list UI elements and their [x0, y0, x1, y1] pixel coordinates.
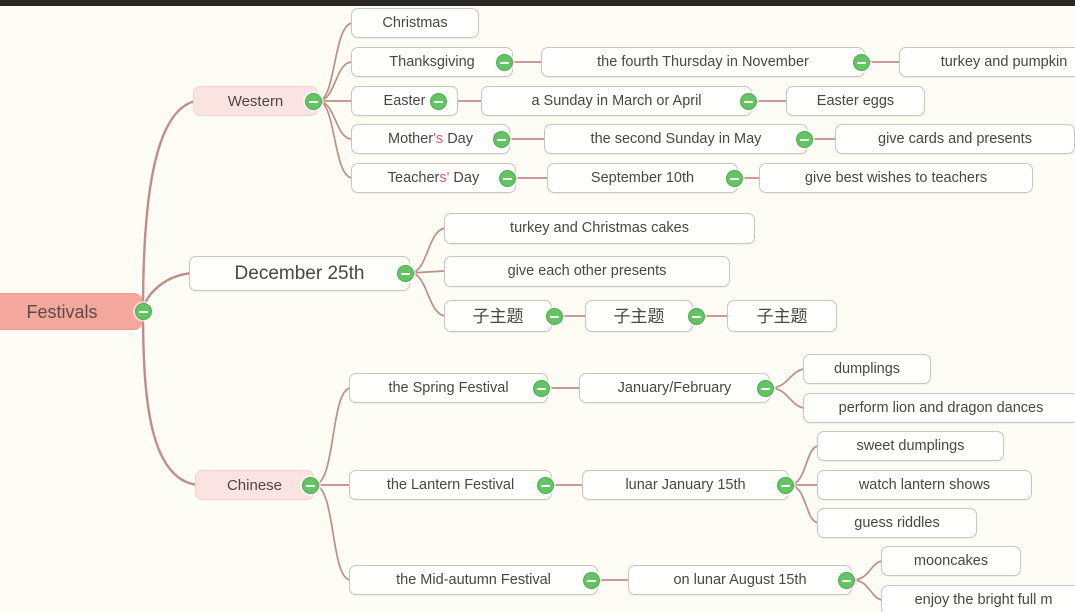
node-western[interactable]: Western [193, 86, 318, 116]
node-label: Mother's Day [374, 132, 487, 147]
node-label: lunar January 15th [625, 476, 746, 493]
node-subtopic-1[interactable]: 子主题 [444, 300, 552, 332]
node-mothers-day[interactable]: Mother's Day [351, 124, 510, 154]
toggle-teachers-day-date[interactable] [726, 170, 743, 187]
node-label: Christmas [382, 14, 448, 31]
node-lantern-activity-1[interactable]: watch lantern shows [817, 470, 1032, 500]
node-spring-food[interactable]: dumplings [803, 354, 931, 384]
toggle-subtopic-2[interactable] [688, 308, 705, 325]
node-label: Easter eggs [816, 92, 895, 109]
node-label: enjoy the bright full m [914, 591, 1053, 608]
node-december-presents[interactable]: give each other presents [444, 256, 730, 287]
node-label: mooncakes [913, 552, 989, 569]
node-thanksgiving-food[interactable]: turkey and pumpkin [899, 47, 1075, 77]
top-window-bar [0, 0, 1075, 6]
node-label: a Sunday in March or April [531, 92, 702, 109]
toggle-midautumn-date[interactable] [838, 572, 855, 589]
node-label: give each other presents [507, 263, 667, 280]
node-midautumn-activity[interactable]: enjoy the bright full m [881, 585, 1075, 612]
node-thanksgiving[interactable]: Thanksgiving [351, 47, 513, 77]
node-lantern-activity-2[interactable]: guess riddles [817, 508, 977, 538]
node-mothers-day-activity[interactable]: give cards and presents [835, 124, 1075, 154]
node-midautumn-food[interactable]: mooncakes [881, 546, 1021, 576]
node-label: turkey and Christmas cakes [510, 220, 689, 237]
toggle-thanksgiving[interactable] [496, 54, 513, 71]
node-label-correction: s' [439, 169, 450, 186]
node-label: Teachers' Day [374, 171, 493, 186]
node-teachers-day-activity[interactable]: give best wishes to teachers [759, 163, 1033, 193]
toggle-easter-date[interactable] [740, 93, 757, 110]
node-label-part: Day [449, 169, 480, 186]
node-label-part: Teacher [387, 169, 440, 186]
node-label: sweet dumplings [856, 437, 965, 454]
node-label: the Lantern Festival [386, 476, 515, 493]
node-teachers-day-date[interactable]: September 10th [547, 163, 738, 193]
node-midautumn-date[interactable]: on lunar August 15th [628, 565, 852, 595]
node-root-festivals[interactable]: Festivals [0, 293, 142, 330]
toggle-december-25th[interactable] [397, 265, 414, 282]
node-spring-festival[interactable]: the Spring Festival [349, 373, 548, 403]
toggle-mothers-day[interactable] [493, 131, 510, 148]
node-label: 子主题 [613, 306, 665, 326]
node-label: September 10th [590, 169, 695, 186]
toggle-spring-date[interactable] [757, 380, 774, 397]
node-label: Chinese [226, 476, 283, 494]
node-label-part: Day [443, 130, 473, 147]
node-easter-date[interactable]: a Sunday in March or April [481, 86, 752, 116]
toggle-lantern-festival[interactable] [537, 477, 554, 494]
node-spring-activity[interactable]: perform lion and dragon dances [803, 393, 1075, 423]
node-spring-date[interactable]: January/February [579, 373, 770, 403]
toggle-spring-festival[interactable] [533, 380, 550, 397]
toggle-subtopic-1[interactable] [546, 308, 563, 325]
node-teachers-day[interactable]: Teachers' Day [351, 163, 516, 193]
toggle-chinese[interactable] [302, 477, 319, 494]
node-label: 子主题 [472, 306, 524, 326]
node-label: January/February [617, 379, 732, 396]
toggle-mothers-day-date[interactable] [796, 131, 813, 148]
toggle-root-festivals[interactable] [135, 303, 152, 320]
node-label: the Mid-autumn Festival [396, 571, 551, 588]
node-label: December 25th [234, 263, 365, 284]
node-label: dumplings [833, 360, 901, 377]
node-subtopic-2[interactable]: 子主题 [585, 300, 693, 332]
node-easter-eggs[interactable]: Easter eggs [786, 86, 925, 116]
node-chinese[interactable]: Chinese [195, 470, 314, 500]
node-mothers-day-date[interactable]: the second Sunday in May [544, 124, 808, 154]
node-label: watch lantern shows [858, 476, 991, 493]
node-subtopic-3[interactable]: 子主题 [727, 300, 837, 332]
node-lantern-festival[interactable]: the Lantern Festival [349, 470, 552, 500]
toggle-midautumn-festival[interactable] [583, 572, 600, 589]
node-december-25th[interactable]: December 25th [189, 256, 410, 291]
mindmap-canvas[interactable]: Festivals Western Christmas Thanksgiving… [0, 0, 1075, 612]
node-label: turkey and pumpkin [940, 53, 1068, 70]
toggle-thanksgiving-date[interactable] [853, 54, 870, 71]
node-label-correction: 's [433, 130, 444, 147]
toggle-lantern-date[interactable] [777, 477, 794, 494]
node-lantern-date[interactable]: lunar January 15th [582, 470, 789, 500]
node-label: 子主题 [756, 306, 808, 326]
toggle-easter[interactable] [430, 93, 447, 110]
toggle-teachers-day[interactable] [499, 170, 516, 187]
node-label: Festivals [26, 301, 98, 322]
node-christmas[interactable]: Christmas [351, 8, 479, 38]
node-label: Easter [383, 92, 426, 109]
node-lantern-food[interactable]: sweet dumplings [817, 431, 1004, 461]
node-label: give best wishes to teachers [804, 169, 988, 186]
node-december-food[interactable]: turkey and Christmas cakes [444, 213, 755, 244]
node-label: the Spring Festival [388, 379, 509, 396]
node-label: on lunar August 15th [673, 571, 807, 588]
toggle-western[interactable] [305, 93, 322, 110]
node-label: the second Sunday in May [590, 130, 762, 147]
node-label: Thanksgiving [389, 53, 475, 70]
node-label: perform lion and dragon dances [838, 399, 1044, 416]
node-label: Western [227, 92, 284, 110]
node-midautumn-festival[interactable]: the Mid-autumn Festival [349, 565, 598, 595]
node-label: the fourth Thursday in November [597, 53, 809, 70]
node-thanksgiving-date[interactable]: the fourth Thursday in November [541, 47, 865, 77]
node-label: guess riddles [854, 514, 940, 531]
node-label-part: Mother [388, 130, 434, 147]
node-label: give cards and presents [878, 130, 1032, 147]
